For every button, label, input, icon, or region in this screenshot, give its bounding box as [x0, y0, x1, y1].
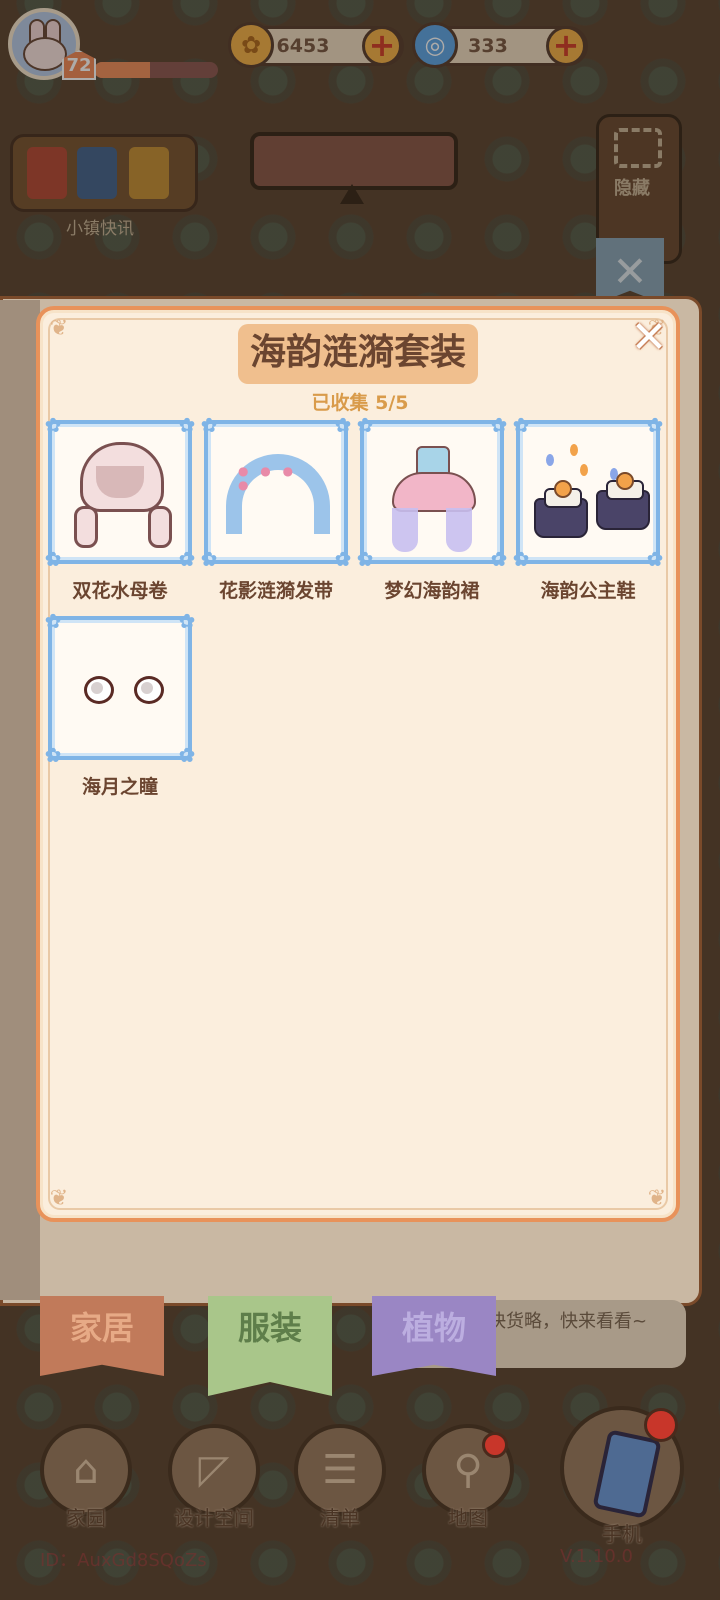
version-label: V.1.10.0	[560, 1546, 633, 1567]
nav-label-design: 设计空间	[174, 1506, 254, 1530]
nav-label-map: 地图	[448, 1506, 488, 1530]
item-frame: ✿ ✿ ✿ ✿	[44, 413, 196, 571]
nav-label-phone: 手机	[602, 1522, 642, 1546]
hair-icon	[52, 424, 188, 560]
map-pin-icon: ⚲	[453, 1447, 483, 1493]
dress-icon	[364, 424, 500, 560]
phone-icon	[592, 1429, 662, 1519]
headband-icon: ● ● ● ●	[208, 424, 344, 560]
item-frame: ✿ ✿ ✿ ✿	[512, 413, 664, 571]
item-frame: ● ● ● ● ✿ ✿ ✿ ✿	[200, 413, 352, 571]
nav-label-list: 清单	[320, 1506, 360, 1530]
item-frame: ✿ ✿ ✿ ✿	[356, 413, 508, 571]
notification-dot	[644, 1408, 678, 1442]
set-item[interactable]: ✿ ✿ ✿ ✿ 海韵公主鞋	[512, 413, 664, 603]
close-icon[interactable]: ✕	[628, 316, 670, 360]
ruler-icon: ◸	[198, 1447, 230, 1493]
collected-count: 已收集 5/5	[311, 392, 409, 414]
item-name: 海月之瞳	[81, 776, 158, 798]
set-item[interactable]: ✿ ✿ ✿ ✿ 双花水母卷	[44, 413, 196, 603]
set-title: 海韵涟漪套装	[238, 324, 478, 384]
eyes-icon	[52, 620, 188, 756]
list-icon: ☰	[322, 1447, 358, 1493]
nav-label-home: 家园	[66, 1506, 106, 1530]
set-item[interactable]: ✿ ✿ ✿ ✿ 梦幻海韵裙	[356, 413, 508, 603]
tab-home[interactable]: 家居	[40, 1296, 164, 1376]
set-item[interactable]: ● ● ● ● ✿ ✿ ✿ ✿ 花影涟漪发带	[200, 413, 352, 603]
corner-ornament-icon: ❦	[49, 316, 69, 341]
player-id: ID：AuxGd8SQoZs	[40, 1550, 207, 1571]
book-spine	[0, 300, 40, 1300]
corner-ornament-icon: ❦	[49, 1186, 69, 1211]
shoes-icon	[520, 424, 656, 560]
tab-plants[interactable]: 植物	[372, 1296, 496, 1376]
corner-ornament-icon: ❦	[647, 1186, 667, 1211]
item-name: 双花水母卷	[72, 580, 168, 602]
house-icon: ⌂	[73, 1447, 99, 1493]
tab-clothing[interactable]: 服装	[208, 1296, 332, 1396]
item-frame: ✿ ✿ ✿ ✿	[44, 609, 196, 767]
item-name: 花影涟漪发带	[218, 580, 333, 602]
notification-dot	[482, 1432, 508, 1458]
item-name: 海韵公主鞋	[540, 580, 636, 602]
set-item[interactable]: ✿ ✿ ✿ ✿ 海月之瞳	[44, 609, 196, 799]
item-name: 梦幻海韵裙	[384, 580, 480, 602]
